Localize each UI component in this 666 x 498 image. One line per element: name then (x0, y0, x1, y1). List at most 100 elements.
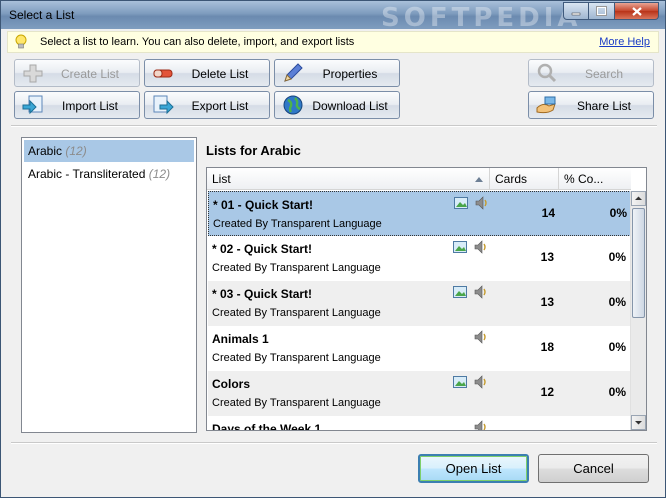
column-header-list[interactable]: List (207, 168, 490, 190)
list-author: Created By Transparent Language (212, 307, 381, 319)
speaker-icon (474, 240, 486, 254)
list-name: * 02 - Quick Start! (212, 242, 313, 256)
column-cards-label: Cards (495, 172, 528, 186)
list-name: * 01 - Quick Start! (213, 198, 314, 212)
delete-list-button[interactable]: Delete List (144, 59, 270, 87)
window-title: Select a List (9, 8, 75, 22)
share-list-label: Share List (576, 99, 632, 113)
plus-icon (23, 64, 43, 83)
language-count: (12) (148, 167, 171, 181)
speaker-icon (474, 420, 486, 430)
table-row[interactable]: Animals 1 Created By Transparent Languag… (208, 326, 631, 371)
import-list-label: Import List (61, 99, 118, 113)
minimize-icon (571, 12, 581, 16)
share-list-button[interactable]: Share List (528, 91, 654, 119)
divider (11, 125, 657, 127)
select-list-window: Select a List SOFTPEDIA Select a list to… (0, 0, 666, 498)
column-pct-label: % Co... (564, 172, 604, 186)
search-button[interactable]: Search (528, 59, 654, 87)
globe-icon (283, 95, 303, 115)
cancel-label: Cancel (573, 461, 614, 476)
maximize-button[interactable] (589, 2, 615, 20)
list-cards: 12 (540, 385, 554, 399)
language-item-arabic[interactable]: Arabic (12) (24, 140, 194, 162)
export-icon (153, 95, 174, 115)
info-bar: Select a list to learn. You can also del… (7, 31, 659, 53)
open-list-button[interactable]: Open List (418, 454, 529, 483)
list-percent: 0% (608, 385, 626, 399)
image-icon (453, 286, 467, 298)
table-row[interactable]: Days of the Week 1 (208, 416, 631, 431)
chevron-up-icon (635, 196, 642, 200)
vertical-scrollbar[interactable] (630, 191, 646, 430)
close-button[interactable] (615, 2, 659, 20)
list-author: Created By Transparent Language (213, 218, 382, 230)
download-list-button[interactable]: Download List (274, 91, 400, 119)
properties-label: Properties (322, 67, 378, 81)
scroll-up-button[interactable] (631, 191, 646, 206)
import-list-button[interactable]: Import List (14, 91, 140, 119)
open-list-label: Open List (445, 461, 502, 476)
image-icon (453, 241, 467, 253)
info-message: Select a list to learn. You can also del… (40, 36, 355, 48)
list-name: * 03 - Quick Start! (212, 287, 313, 301)
list-cards: 18 (540, 340, 554, 354)
list-percent: 0% (608, 340, 626, 354)
column-header-cards[interactable]: Cards (490, 168, 559, 190)
list-percent: 0% (608, 295, 626, 309)
table-row[interactable]: * 02 - Quick Start! Created By Transpare… (208, 236, 631, 281)
share-icon (536, 96, 556, 114)
watermark: SOFTPEDIA (381, 3, 582, 33)
speaker-icon (474, 285, 486, 299)
list-cards: 14 (541, 206, 555, 220)
chevron-down-icon (635, 421, 642, 425)
image-icon (453, 376, 467, 388)
list-name: Days of the Week 1 (212, 422, 322, 431)
table-row[interactable]: * 03 - Quick Start! Created By Transpare… (208, 281, 631, 326)
table-row[interactable]: * 01 - Quick Start! Created By Transpare… (208, 191, 631, 236)
divider (11, 442, 657, 444)
lists-table: List Cards % Co... * 01 - Quick Start! C… (206, 167, 647, 431)
create-list-button[interactable]: Create List (14, 59, 140, 87)
title-bar[interactable]: Select a List SOFTPEDIA (1, 1, 665, 33)
speaker-icon (475, 196, 487, 210)
export-list-button[interactable]: Export List (144, 91, 270, 119)
close-icon (631, 6, 642, 16)
import-icon (22, 95, 43, 115)
speaker-icon (474, 375, 486, 389)
list-name: Colors (212, 377, 251, 391)
list-author: Created By Transparent Language (212, 352, 381, 364)
cancel-button[interactable]: Cancel (538, 454, 649, 483)
lists-header: Lists for Arabic (206, 143, 301, 158)
list-author: Created By Transparent Language (212, 397, 381, 409)
list-cards: 13 (540, 250, 554, 264)
scroll-down-button[interactable] (631, 415, 646, 430)
search-label: Search (584, 67, 624, 81)
maximize-icon (596, 6, 607, 16)
language-name: Arabic - Transliterated (28, 167, 146, 181)
language-item-arabic-transliterated[interactable]: Arabic - Transliterated (12) (24, 163, 194, 185)
scroll-thumb[interactable] (632, 208, 645, 318)
list-percent: 0% (608, 250, 626, 264)
list-percent: 0% (609, 206, 627, 220)
language-count: (12) (65, 144, 87, 158)
list-name: Animals 1 (212, 332, 269, 346)
minimize-button[interactable] (563, 2, 589, 20)
properties-button[interactable]: Properties (274, 59, 400, 87)
create-list-label: Create List (60, 67, 120, 81)
speaker-icon (474, 330, 486, 344)
language-list[interactable]: Arabic (12) Arabic - Transliterated (12) (21, 137, 197, 433)
column-header-percent-complete[interactable]: % Co... (559, 168, 631, 190)
lightbulb-icon (15, 34, 27, 49)
export-list-label: Export List (191, 99, 249, 113)
eraser-icon (153, 69, 173, 78)
language-name: Arabic (28, 144, 63, 158)
table-row[interactable]: Colors Created By Transparent Language 1… (208, 371, 631, 416)
delete-list-label: Delete List (191, 67, 249, 81)
search-icon (537, 63, 557, 83)
pencil-icon (284, 63, 303, 82)
more-help-link[interactable]: More Help (599, 36, 650, 48)
sort-ascending-icon (475, 177, 483, 182)
image-icon (454, 197, 468, 209)
table-header: List Cards % Co... (207, 168, 631, 190)
